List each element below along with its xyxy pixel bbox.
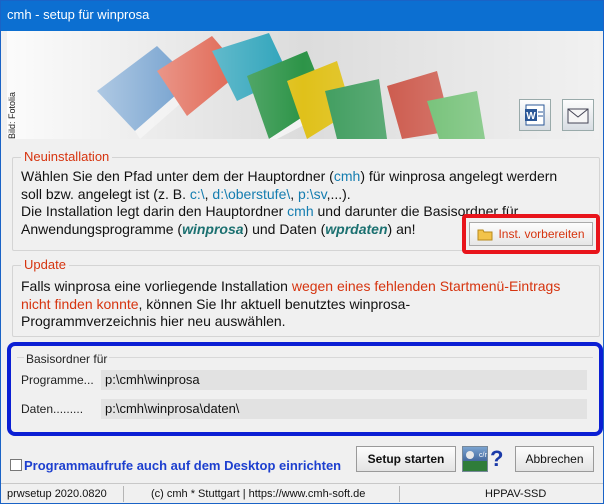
title-bar: cmh - setup für winprosa (1, 1, 603, 31)
window-title: cmh - setup für winprosa (7, 7, 150, 22)
neuinstallation-legend: Neuinstallation (21, 149, 113, 164)
update-line-3: Programmverzeichnis hier neu auswählen. (21, 313, 286, 329)
setup-starten-label: Setup starten (367, 452, 445, 466)
mail-icon-button[interactable] (562, 99, 594, 131)
inst-vorbereiten-label: Inst. vorbereiten (498, 227, 585, 241)
folder-icon (477, 229, 493, 240)
banner-image: Bild: Fotolia (7, 31, 599, 139)
daten-path-field[interactable]: p:\cmh\winprosa\daten\ (101, 399, 587, 419)
neuinstallation-line-1: Wählen Sie den Pfad unter dem der Haupto… (21, 168, 558, 184)
status-separator (399, 486, 400, 502)
basisordner-group: Basisordner für Programme... p:\cmh\winp… (7, 342, 603, 436)
desktop-shortcut-checkbox[interactable] (10, 459, 22, 471)
mail-icon (567, 108, 589, 124)
update-legend: Update (21, 257, 69, 272)
svg-text:c/m: c/m (479, 452, 487, 459)
word-icon: W (525, 104, 545, 126)
setup-starten-button[interactable]: Setup starten (356, 446, 456, 472)
inst-vorbereiten-highlight: Inst. vorbereiten (462, 214, 600, 254)
status-bar: prwsetup 2020.0820 (c) cmh * Stuttgart |… (1, 483, 603, 503)
abbrechen-label: Abbrechen (525, 452, 584, 466)
status-machine: HPPAV-SSD (485, 488, 547, 500)
cmh-logo-button[interactable]: c/m (462, 446, 490, 472)
update-line-1: Falls winprosa eine vorliegende Installa… (21, 278, 561, 294)
status-version: prwsetup 2020.0820 (7, 488, 107, 500)
word-icon-button[interactable]: W (519, 99, 551, 131)
cmh-logo-icon: c/m (463, 451, 490, 471)
programme-label: Programme... (21, 373, 94, 387)
setup-window: cmh - setup für winprosa Bild: Fotolia W… (0, 0, 604, 504)
update-line-2: nicht finden konnte, können Sie Ihr aktu… (21, 295, 411, 312)
svg-text:W: W (526, 111, 536, 122)
photo-credit: Bild: Fotolia (7, 91, 17, 139)
help-icon[interactable]: ? (490, 446, 503, 472)
status-copyright: (c) cmh * Stuttgart | https://www.cmh-so… (151, 488, 366, 500)
inst-vorbereiten-button[interactable]: Inst. vorbereiten (469, 222, 593, 246)
books-illustration (7, 31, 599, 139)
programme-path-field[interactable]: p:\cmh\winprosa (101, 370, 587, 390)
desktop-shortcut-label[interactable]: Programmaufrufe auch auf dem Desktop ein… (24, 458, 341, 473)
neuinstallation-line-2: soll bzw. angelegt ist (z. B. c:\, d:\ob… (21, 185, 351, 202)
daten-label: Daten......... (21, 402, 84, 416)
update-group: Update Falls winprosa eine vorliegende I… (12, 257, 600, 337)
basisordner-legend: Basisordner für (24, 352, 110, 366)
status-separator (123, 486, 124, 502)
abbrechen-button[interactable]: Abbrechen (515, 446, 594, 472)
update-text: Falls winprosa eine vorliegende Installa… (21, 278, 560, 331)
